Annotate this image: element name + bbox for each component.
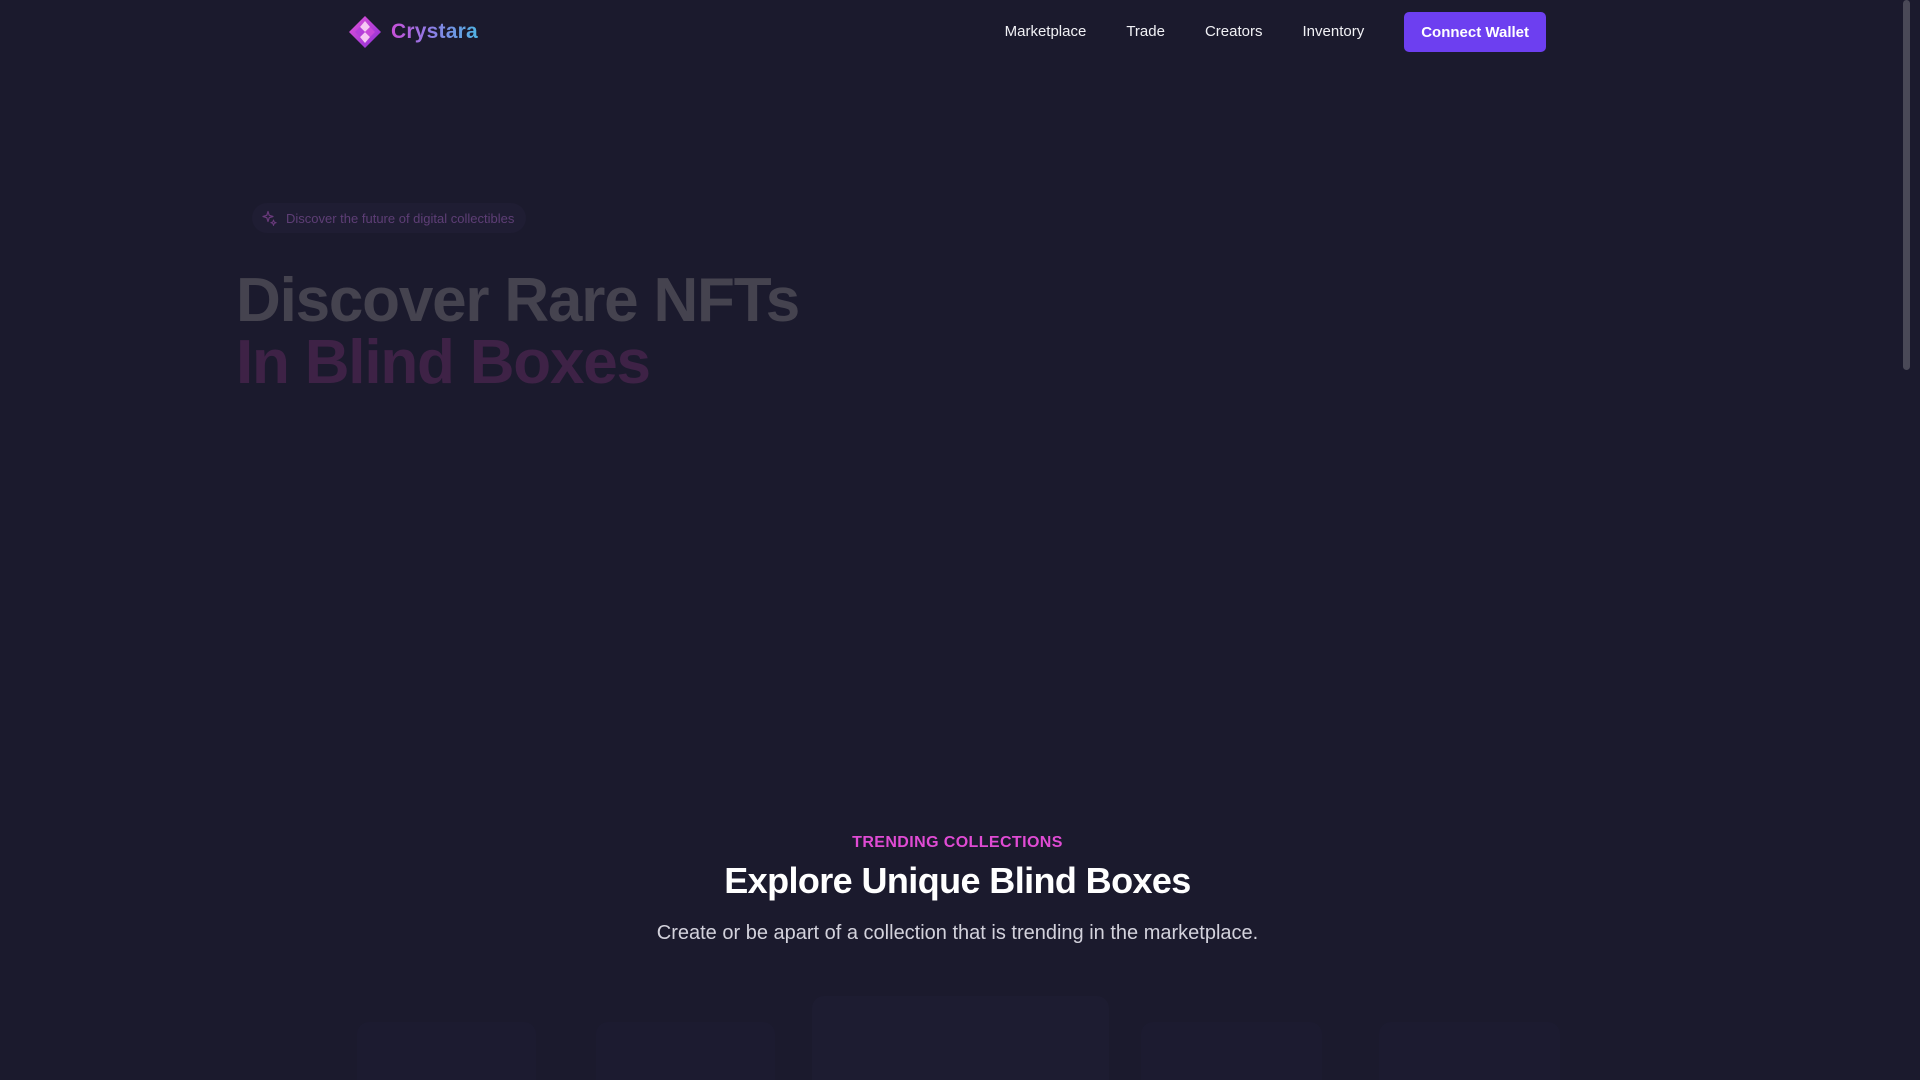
collection-card-featured[interactable] bbox=[812, 996, 1109, 1080]
sparkle-icon bbox=[262, 210, 277, 226]
nav-link-trade[interactable]: Trade bbox=[1126, 12, 1165, 52]
site-header: Crystara Marketplace Trade Creators Inve… bbox=[0, 0, 1900, 64]
nav-link-inventory[interactable]: Inventory bbox=[1303, 12, 1365, 52]
brand-name: Crystara bbox=[391, 20, 478, 43]
main-nav: Marketplace Trade Creators Inventory Con… bbox=[1005, 12, 1546, 52]
page-scrollbar[interactable] bbox=[1900, 0, 1920, 1080]
collection-card[interactable] bbox=[596, 1022, 775, 1080]
page: Crystara Marketplace Trade Creators Inve… bbox=[0, 0, 1920, 1080]
hero-title-line1: Discover Rare NFTs bbox=[236, 266, 800, 335]
brand-logo-link[interactable]: Crystara bbox=[348, 15, 478, 49]
nav-link-creators[interactable]: Creators bbox=[1205, 12, 1263, 52]
hero-title-line2: In Blind Boxes bbox=[236, 328, 651, 397]
collection-card[interactable] bbox=[357, 1022, 536, 1080]
hero-badge-text: Discover the future of digital collectib… bbox=[286, 210, 515, 226]
section-title: Explore Unique Blind Boxes bbox=[724, 860, 1191, 901]
section-eyebrow: TRENDING COLLECTIONS bbox=[852, 834, 1063, 851]
collection-card[interactable] bbox=[1141, 1022, 1322, 1080]
section-subtitle: Create or be apart of a collection that … bbox=[656, 922, 1259, 944]
scrollbar-thumb[interactable] bbox=[1903, 0, 1910, 370]
crystal-logo-icon bbox=[349, 16, 381, 48]
connect-wallet-button[interactable]: Connect Wallet bbox=[1404, 12, 1546, 52]
hero-badge: Discover the future of digital collectib… bbox=[252, 203, 527, 233]
collection-card[interactable] bbox=[1379, 1022, 1560, 1080]
hero-title: Discover Rare NFTs In Blind Boxes bbox=[236, 266, 800, 397]
nav-link-marketplace[interactable]: Marketplace bbox=[1005, 12, 1087, 52]
